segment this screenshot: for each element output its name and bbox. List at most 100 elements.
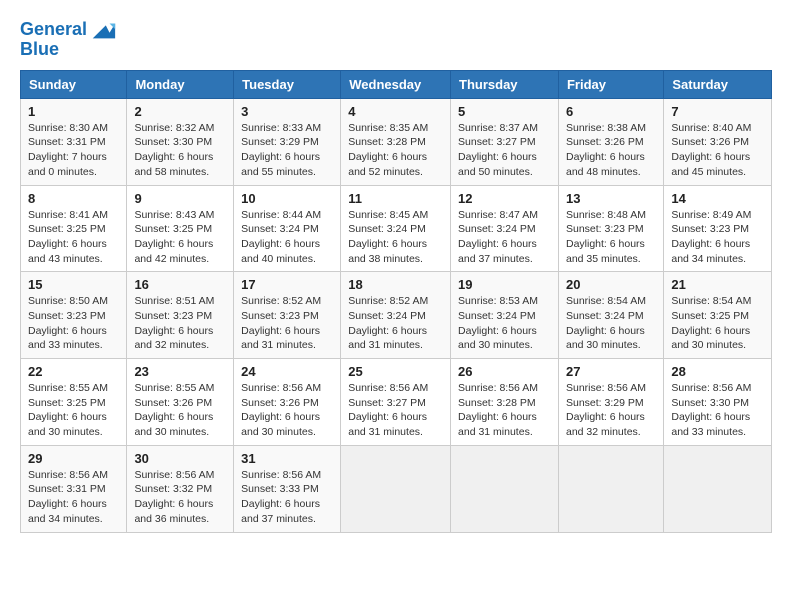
day-number: 24 (241, 364, 333, 379)
calendar-cell (558, 445, 663, 532)
week-row-4: 22 Sunrise: 8:55 AMSunset: 3:25 PMDaylig… (21, 359, 772, 446)
calendar-cell: 14 Sunrise: 8:49 AMSunset: 3:23 PMDaylig… (664, 185, 772, 272)
day-info: Sunrise: 8:48 AMSunset: 3:23 PMDaylight:… (566, 209, 646, 265)
day-info: Sunrise: 8:56 AMSunset: 3:33 PMDaylight:… (241, 469, 321, 525)
day-info: Sunrise: 8:40 AMSunset: 3:26 PMDaylight:… (671, 122, 751, 178)
week-row-2: 8 Sunrise: 8:41 AMSunset: 3:25 PMDayligh… (21, 185, 772, 272)
calendar-cell: 28 Sunrise: 8:56 AMSunset: 3:30 PMDaylig… (664, 359, 772, 446)
day-info: Sunrise: 8:55 AMSunset: 3:25 PMDaylight:… (28, 382, 108, 438)
header: General Blue (20, 16, 772, 60)
logo-text: General (20, 20, 87, 40)
calendar-cell: 26 Sunrise: 8:56 AMSunset: 3:28 PMDaylig… (451, 359, 559, 446)
day-info: Sunrise: 8:54 AMSunset: 3:24 PMDaylight:… (566, 295, 646, 351)
day-info: Sunrise: 8:56 AMSunset: 3:29 PMDaylight:… (566, 382, 646, 438)
day-info: Sunrise: 8:52 AMSunset: 3:23 PMDaylight:… (241, 295, 321, 351)
calendar-cell: 18 Sunrise: 8:52 AMSunset: 3:24 PMDaylig… (341, 272, 451, 359)
day-number: 30 (134, 451, 226, 466)
calendar-cell: 8 Sunrise: 8:41 AMSunset: 3:25 PMDayligh… (21, 185, 127, 272)
day-number: 27 (566, 364, 656, 379)
weekday-header-friday: Friday (558, 70, 663, 98)
calendar-cell: 6 Sunrise: 8:38 AMSunset: 3:26 PMDayligh… (558, 98, 663, 185)
day-number: 22 (28, 364, 119, 379)
calendar-cell: 12 Sunrise: 8:47 AMSunset: 3:24 PMDaylig… (451, 185, 559, 272)
day-number: 10 (241, 191, 333, 206)
day-number: 21 (671, 277, 764, 292)
day-number: 7 (671, 104, 764, 119)
day-number: 11 (348, 191, 443, 206)
logo-icon (89, 16, 117, 44)
calendar-cell: 23 Sunrise: 8:55 AMSunset: 3:26 PMDaylig… (127, 359, 234, 446)
calendar-cell: 9 Sunrise: 8:43 AMSunset: 3:25 PMDayligh… (127, 185, 234, 272)
day-info: Sunrise: 8:56 AMSunset: 3:28 PMDaylight:… (458, 382, 538, 438)
calendar-cell (341, 445, 451, 532)
day-number: 3 (241, 104, 333, 119)
calendar-cell: 21 Sunrise: 8:54 AMSunset: 3:25 PMDaylig… (664, 272, 772, 359)
calendar-cell: 16 Sunrise: 8:51 AMSunset: 3:23 PMDaylig… (127, 272, 234, 359)
day-number: 6 (566, 104, 656, 119)
weekday-header-wednesday: Wednesday (341, 70, 451, 98)
calendar-cell: 2 Sunrise: 8:32 AMSunset: 3:30 PMDayligh… (127, 98, 234, 185)
day-number: 23 (134, 364, 226, 379)
day-info: Sunrise: 8:49 AMSunset: 3:23 PMDaylight:… (671, 209, 751, 265)
day-info: Sunrise: 8:44 AMSunset: 3:24 PMDaylight:… (241, 209, 321, 265)
logo: General Blue (20, 16, 117, 60)
day-number: 31 (241, 451, 333, 466)
weekday-header-monday: Monday (127, 70, 234, 98)
week-row-5: 29 Sunrise: 8:56 AMSunset: 3:31 PMDaylig… (21, 445, 772, 532)
calendar-cell (451, 445, 559, 532)
calendar-cell: 30 Sunrise: 8:56 AMSunset: 3:32 PMDaylig… (127, 445, 234, 532)
week-row-3: 15 Sunrise: 8:50 AMSunset: 3:23 PMDaylig… (21, 272, 772, 359)
day-info: Sunrise: 8:56 AMSunset: 3:26 PMDaylight:… (241, 382, 321, 438)
day-number: 14 (671, 191, 764, 206)
weekday-header-tuesday: Tuesday (234, 70, 341, 98)
calendar-cell: 19 Sunrise: 8:53 AMSunset: 3:24 PMDaylig… (451, 272, 559, 359)
day-info: Sunrise: 8:35 AMSunset: 3:28 PMDaylight:… (348, 122, 428, 178)
day-number: 13 (566, 191, 656, 206)
day-number: 19 (458, 277, 551, 292)
weekday-header-sunday: Sunday (21, 70, 127, 98)
calendar-cell: 31 Sunrise: 8:56 AMSunset: 3:33 PMDaylig… (234, 445, 341, 532)
logo-blue-text: Blue (20, 40, 59, 60)
day-info: Sunrise: 8:54 AMSunset: 3:25 PMDaylight:… (671, 295, 751, 351)
day-number: 20 (566, 277, 656, 292)
calendar-cell: 22 Sunrise: 8:55 AMSunset: 3:25 PMDaylig… (21, 359, 127, 446)
calendar-cell: 3 Sunrise: 8:33 AMSunset: 3:29 PMDayligh… (234, 98, 341, 185)
day-info: Sunrise: 8:51 AMSunset: 3:23 PMDaylight:… (134, 295, 214, 351)
day-number: 17 (241, 277, 333, 292)
day-number: 28 (671, 364, 764, 379)
weekday-header-thursday: Thursday (451, 70, 559, 98)
day-info: Sunrise: 8:50 AMSunset: 3:23 PMDaylight:… (28, 295, 108, 351)
calendar: SundayMondayTuesdayWednesdayThursdayFrid… (20, 70, 772, 533)
calendar-cell: 17 Sunrise: 8:52 AMSunset: 3:23 PMDaylig… (234, 272, 341, 359)
day-info: Sunrise: 8:45 AMSunset: 3:24 PMDaylight:… (348, 209, 428, 265)
day-info: Sunrise: 8:53 AMSunset: 3:24 PMDaylight:… (458, 295, 538, 351)
day-info: Sunrise: 8:30 AMSunset: 3:31 PMDaylight:… (28, 122, 108, 178)
day-info: Sunrise: 8:33 AMSunset: 3:29 PMDaylight:… (241, 122, 321, 178)
day-info: Sunrise: 8:56 AMSunset: 3:32 PMDaylight:… (134, 469, 214, 525)
day-number: 9 (134, 191, 226, 206)
calendar-cell: 20 Sunrise: 8:54 AMSunset: 3:24 PMDaylig… (558, 272, 663, 359)
calendar-cell: 11 Sunrise: 8:45 AMSunset: 3:24 PMDaylig… (341, 185, 451, 272)
day-number: 1 (28, 104, 119, 119)
week-row-1: 1 Sunrise: 8:30 AMSunset: 3:31 PMDayligh… (21, 98, 772, 185)
day-number: 2 (134, 104, 226, 119)
day-info: Sunrise: 8:55 AMSunset: 3:26 PMDaylight:… (134, 382, 214, 438)
day-info: Sunrise: 8:47 AMSunset: 3:24 PMDaylight:… (458, 209, 538, 265)
day-info: Sunrise: 8:41 AMSunset: 3:25 PMDaylight:… (28, 209, 108, 265)
page: General Blue SundayMondayTuesdayWednesda… (0, 0, 792, 612)
calendar-cell: 13 Sunrise: 8:48 AMSunset: 3:23 PMDaylig… (558, 185, 663, 272)
day-number: 5 (458, 104, 551, 119)
day-info: Sunrise: 8:52 AMSunset: 3:24 PMDaylight:… (348, 295, 428, 351)
calendar-cell: 4 Sunrise: 8:35 AMSunset: 3:28 PMDayligh… (341, 98, 451, 185)
day-info: Sunrise: 8:43 AMSunset: 3:25 PMDaylight:… (134, 209, 214, 265)
calendar-cell (664, 445, 772, 532)
day-number: 15 (28, 277, 119, 292)
day-number: 18 (348, 277, 443, 292)
day-number: 16 (134, 277, 226, 292)
calendar-cell: 27 Sunrise: 8:56 AMSunset: 3:29 PMDaylig… (558, 359, 663, 446)
day-number: 4 (348, 104, 443, 119)
day-info: Sunrise: 8:38 AMSunset: 3:26 PMDaylight:… (566, 122, 646, 178)
day-number: 25 (348, 364, 443, 379)
calendar-cell: 1 Sunrise: 8:30 AMSunset: 3:31 PMDayligh… (21, 98, 127, 185)
day-number: 8 (28, 191, 119, 206)
